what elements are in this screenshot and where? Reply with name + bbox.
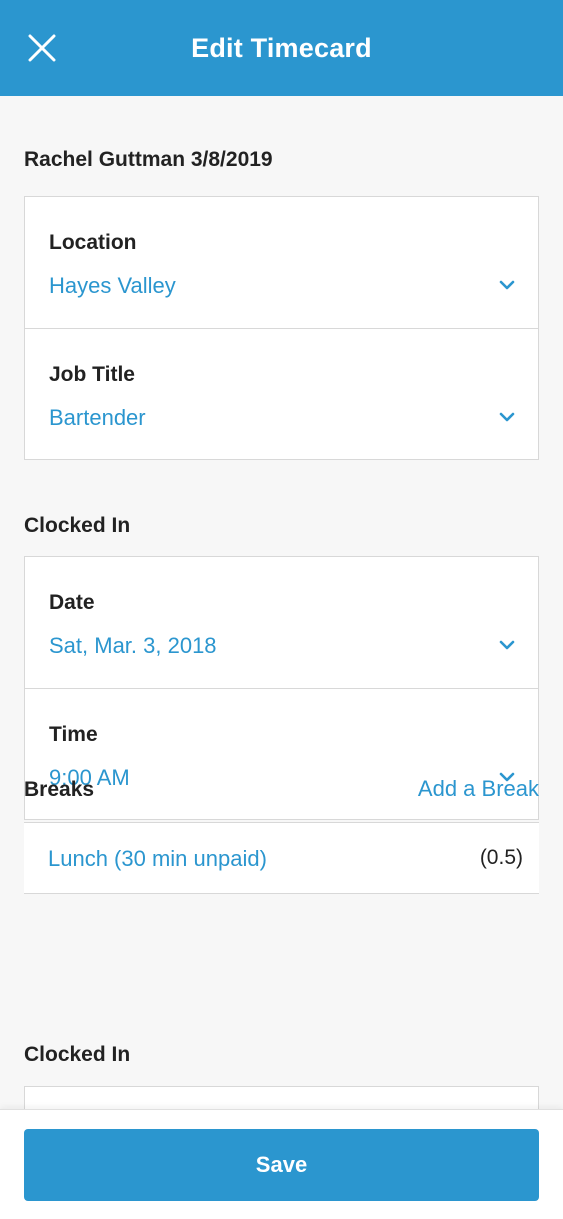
clocked-out-title: Clocked In [24,1043,131,1066]
list-item[interactable]: Lunch (30 min unpaid) (0.5) [24,822,539,894]
date-label: Date [49,591,95,614]
breaks-header: Breaks Add a Break [24,776,539,808]
edit-timecard-screen: Edit Timecard Rachel Guttman 3/8/2019 Lo… [0,0,563,1219]
add-break-link[interactable]: Add a Break [418,776,539,802]
chevron-down-icon [499,412,515,422]
job-title-label: Job Title [49,363,135,386]
break-name: Lunch (30 min unpaid) [48,846,267,871]
location-value: Hayes Valley [49,273,176,298]
job-title-select[interactable]: Job Title Bartender [25,328,538,459]
page-title: Edit Timecard [191,32,372,63]
save-button[interactable]: Save [24,1129,539,1201]
break-hours: (0.5) [479,846,523,869]
assignment-card: Location Hayes Valley Job Title Bartende… [24,196,539,460]
app-header: Edit Timecard [0,0,563,96]
location-label: Location [49,231,137,254]
breaks-title: Breaks [24,778,95,801]
employee-heading: Rachel Guttman 3/8/2019 [24,148,273,171]
location-select[interactable]: Location Hayes Valley [25,197,538,328]
job-title-value: Bartender [49,405,146,430]
chevron-down-icon [499,640,515,650]
clocked-in-title: Clocked In [24,514,131,537]
footer-bar: Save [0,1109,563,1219]
close-button[interactable] [20,26,64,70]
chevron-down-icon [499,280,515,290]
time-label: Time [49,723,98,746]
date-value: Sat, Mar. 3, 2018 [49,633,217,658]
date-select[interactable]: Date Sat, Mar. 3, 2018 [25,557,538,688]
close-icon [28,34,56,62]
